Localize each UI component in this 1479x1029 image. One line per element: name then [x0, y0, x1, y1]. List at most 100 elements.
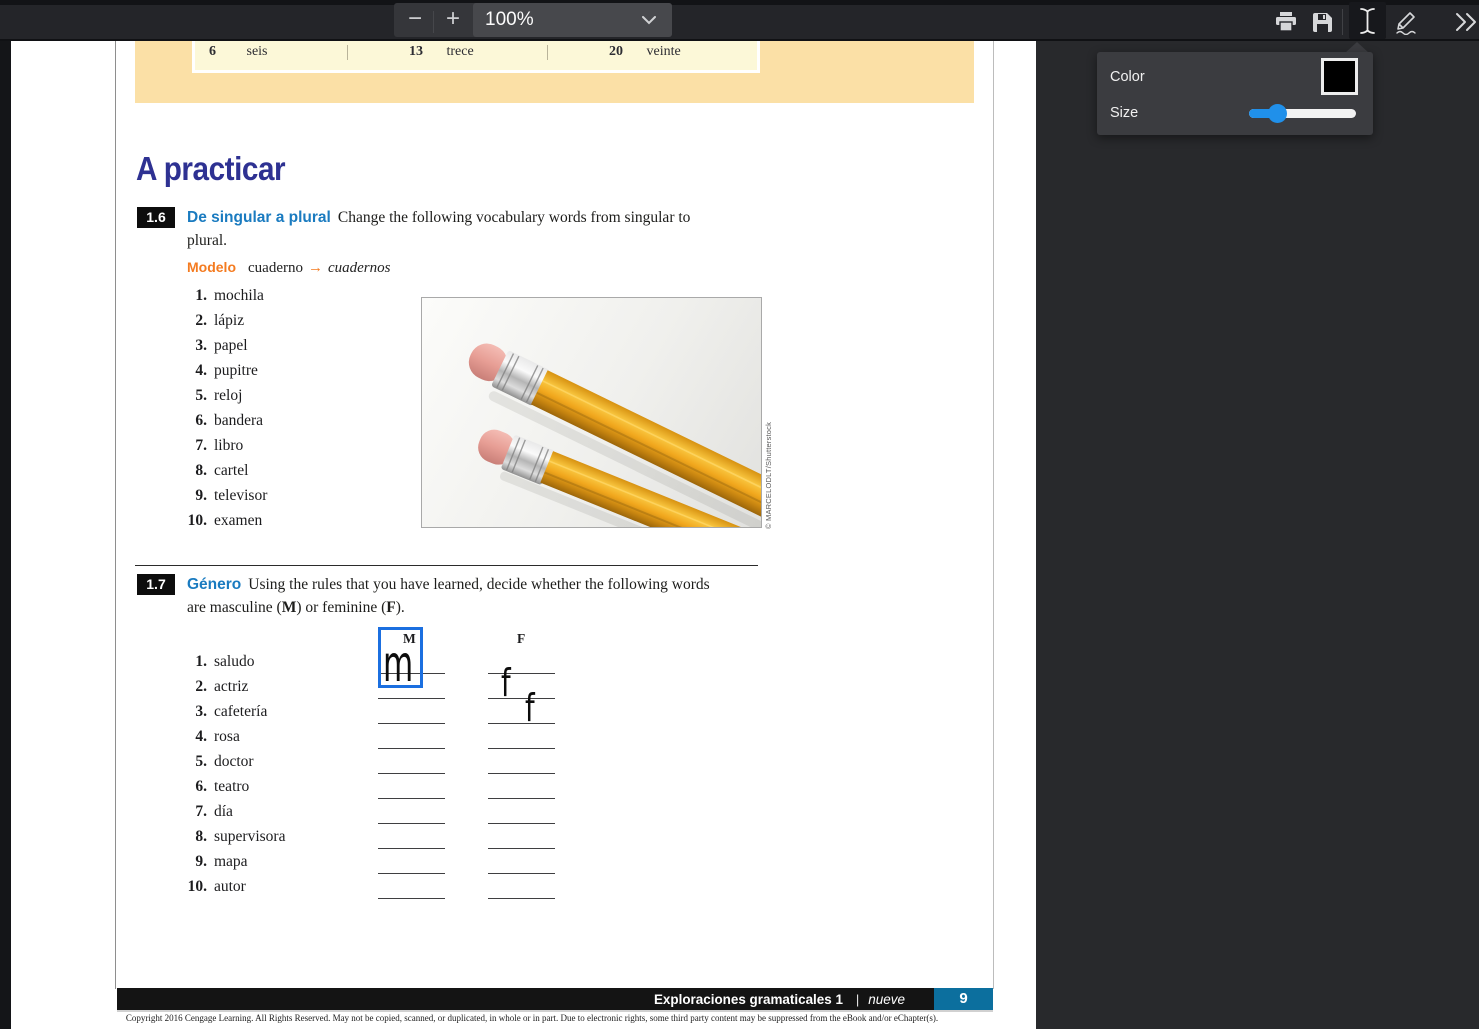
annotation-text-m[interactable]: m	[383, 646, 413, 682]
text-tool-button-active[interactable]	[1349, 2, 1386, 39]
list-item: 7.día	[181, 803, 285, 828]
list-item: 5.reloj	[181, 387, 267, 412]
number-word: veinte	[647, 44, 681, 59]
answer-blank-f[interactable]	[488, 753, 555, 774]
number-word: seis	[247, 44, 268, 59]
exercise-title: Género	[187, 576, 241, 593]
table-divider	[547, 45, 548, 60]
exercise-16-heading: De singular a pluralChange the following…	[187, 206, 767, 252]
exercise-17-heading: Género Using the rules that you have lear…	[187, 573, 767, 619]
answer-blank-m[interactable]	[378, 803, 445, 824]
print-button[interactable]	[1270, 7, 1302, 37]
answer-blank-m[interactable]	[378, 828, 445, 849]
ebook-reader-window: 6 seis 13 trece 20 veinte A practicar 1.…	[0, 0, 1479, 1029]
answer-blank-f[interactable]	[488, 678, 555, 699]
list-item: 6.bandera	[181, 412, 267, 437]
list-item: 10.examen	[181, 512, 267, 537]
table-cell: 20 veinte	[609, 44, 681, 60]
exercise-instruction: Using the rules that you have learned, d…	[248, 576, 709, 593]
number-value: 20	[609, 44, 635, 60]
footer-divider: |	[856, 992, 859, 1007]
pencils-photo	[421, 297, 762, 528]
answer-blank-f[interactable]	[488, 803, 555, 824]
exercise-number-badge: 1.7	[137, 574, 175, 595]
pen-icon	[1393, 9, 1419, 35]
footer-page-word: nueve	[868, 992, 905, 1007]
section-divider	[135, 565, 758, 566]
size-slider-thumb[interactable]	[1268, 104, 1287, 123]
text-annotation-f[interactable]: f	[501, 668, 511, 698]
list-item: 5.doctor	[181, 753, 285, 778]
zoom-level-dropdown[interactable]: 100%	[473, 3, 672, 37]
text-tool-settings-popup: Color Size	[1097, 52, 1373, 135]
list-item: 3.papel	[181, 337, 267, 362]
zoom-level-value: 100%	[485, 9, 534, 30]
list-item: 6.teatro	[181, 778, 285, 803]
number-value: 13	[409, 44, 435, 60]
exercise-number-badge: 1.6	[137, 207, 175, 228]
page-spine-line	[115, 41, 116, 989]
color-swatch[interactable]	[1321, 58, 1358, 95]
section-title: A practicar	[136, 150, 285, 188]
answer-blank-f[interactable]	[488, 653, 555, 674]
list-item: 8.cartel	[181, 462, 267, 487]
list-item: 4.pupitre	[181, 362, 267, 387]
list-item: 1.mochila	[181, 287, 267, 312]
page-edge-line	[993, 41, 994, 989]
text-annotation-box-selected[interactable]: m	[378, 627, 423, 688]
viewer-toolbar: − + 100%	[0, 0, 1479, 41]
exercise-instruction-wrap: are masculine (M) or feminine (F).	[187, 596, 767, 619]
column-header-feminine: F	[517, 631, 525, 647]
list-item: 8.supervisora	[181, 828, 285, 853]
exercise-title: De singular a plural	[187, 209, 331, 226]
modelo-to: cuadernos	[328, 260, 391, 276]
table-divider	[347, 45, 348, 60]
numbers-table: 6 seis 13 trece 20 veinte	[192, 41, 760, 73]
answer-blank-f[interactable]	[488, 778, 555, 799]
printer-icon	[1275, 12, 1297, 33]
list-item: 4.rosa	[181, 728, 285, 753]
zoom-out-button[interactable]: −	[396, 3, 434, 37]
answer-blank-f[interactable]	[488, 878, 555, 899]
page-footer-bar: Exploraciones gramaticales 1 | nueve 9	[117, 988, 993, 1010]
number-value: 6	[209, 44, 235, 60]
footer-running-head: Exploraciones gramaticales 1 | nueve	[650, 988, 905, 1010]
left-gutter	[0, 41, 11, 1029]
pen-tool-button[interactable]	[1390, 7, 1422, 37]
chevron-down-icon	[642, 16, 656, 25]
answer-blank-m[interactable]	[378, 778, 445, 799]
answer-blank-m[interactable]	[378, 853, 445, 874]
size-label: Size	[1110, 105, 1138, 121]
footer-book-title: Exploraciones gramaticales 1	[654, 991, 843, 1007]
answer-blank-m[interactable]	[378, 878, 445, 899]
answer-blank-m[interactable]	[378, 703, 445, 724]
list-item: 2.lápiz	[181, 312, 267, 337]
size-slider[interactable]	[1249, 109, 1356, 118]
pencils-illustration	[422, 298, 761, 527]
copyright-notice: Copyright 2016 Cengage Learning. All Rig…	[117, 1013, 947, 1023]
vocab-list-17: 1.saludo 2.actriz 3.cafetería 4.rosa 5.d…	[181, 653, 285, 903]
answer-blank-f[interactable]	[488, 728, 555, 749]
list-item: 2.actriz	[181, 678, 285, 703]
save-button[interactable]	[1306, 7, 1338, 37]
save-icon	[1313, 13, 1332, 32]
photo-credit: © MARCELODLT/Shutterstock	[764, 422, 773, 529]
modelo-arrow-icon: →	[308, 259, 323, 276]
expand-tools-button[interactable]	[1450, 7, 1479, 37]
list-item: 3.cafetería	[181, 703, 285, 728]
vocab-list-16: 1.mochila 2.lápiz 3.papel 4.pupitre 5.re…	[181, 287, 267, 537]
table-cell: 13 trece	[409, 44, 474, 60]
list-item: 9.mapa	[181, 853, 285, 878]
answer-blank-f[interactable]	[488, 853, 555, 874]
page-number-badge: 9	[934, 988, 993, 1010]
exercise-instruction-wrap: plural.	[187, 229, 767, 252]
text-annotation-f[interactable]: f	[525, 693, 535, 723]
answer-blank-m[interactable]	[378, 728, 445, 749]
zoom-in-button[interactable]: +	[434, 3, 472, 37]
color-label: Color	[1110, 69, 1145, 85]
tools-divider	[1342, 9, 1343, 35]
answer-blank-f[interactable]	[488, 828, 555, 849]
text-cursor-icon	[1360, 7, 1375, 35]
answer-blank-f[interactable]	[488, 703, 555, 724]
answer-blank-m[interactable]	[378, 753, 445, 774]
